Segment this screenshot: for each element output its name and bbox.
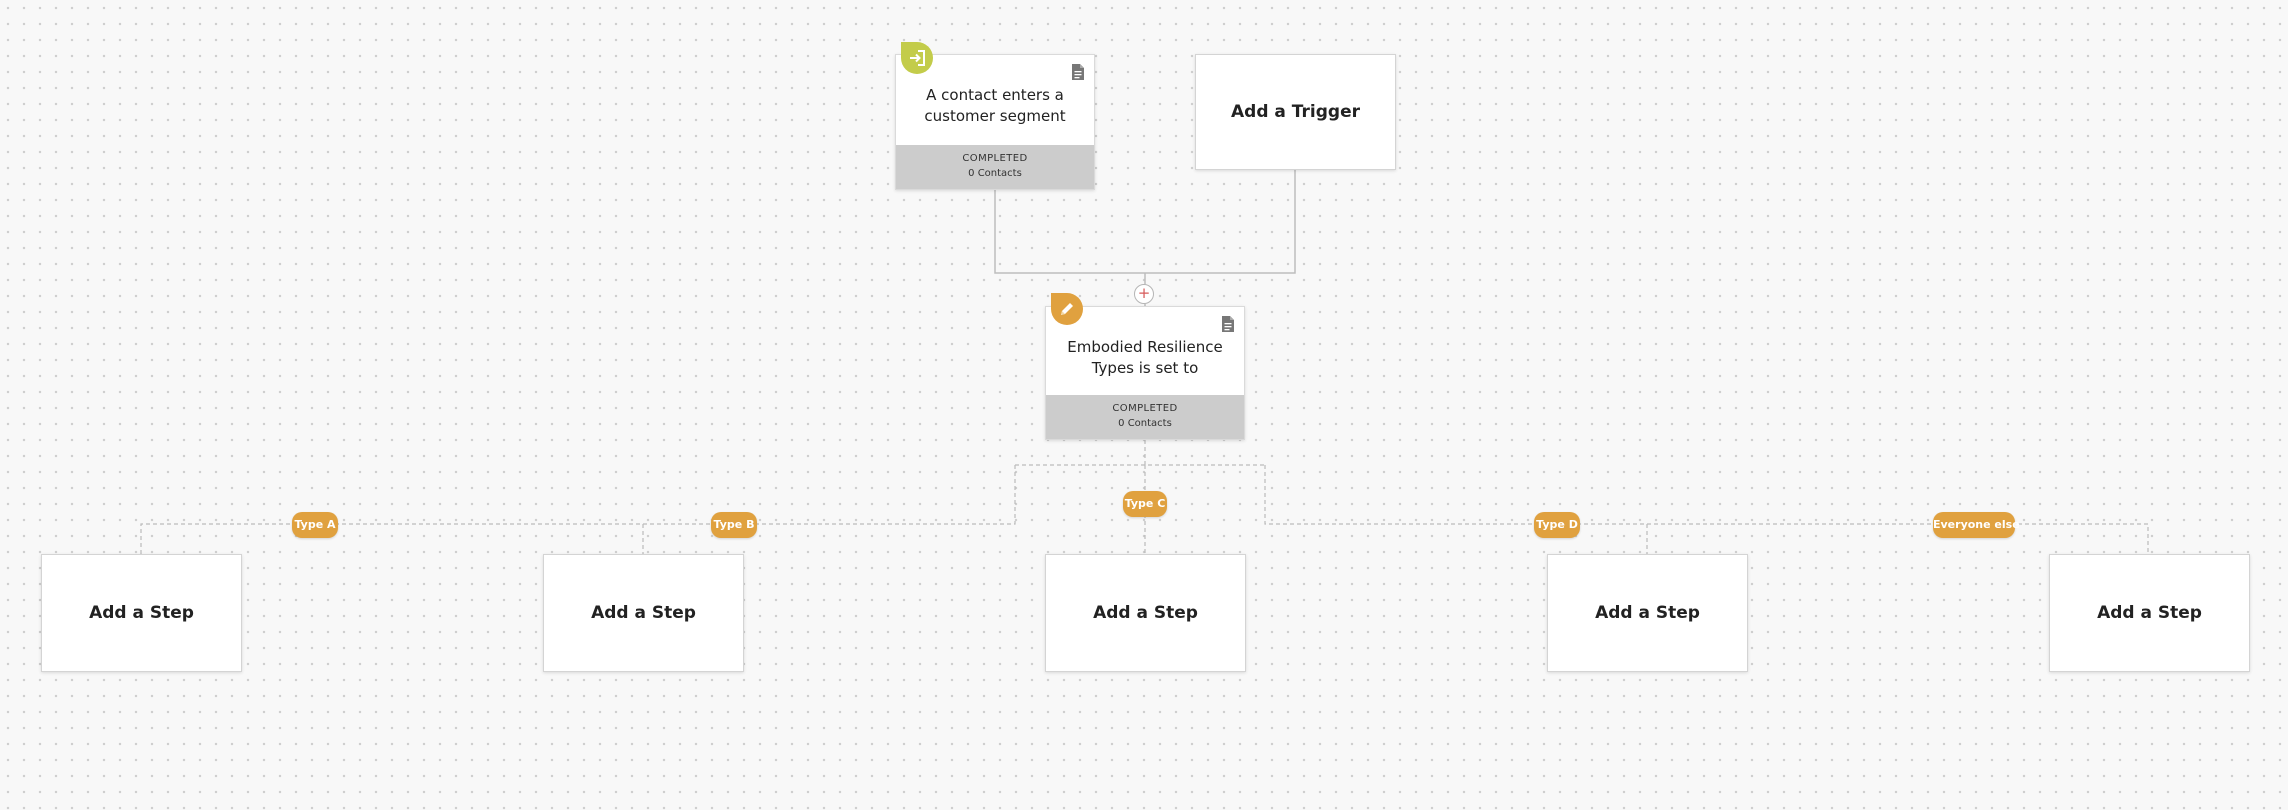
branch-label: Everyone else <box>1933 518 2020 531</box>
add-step-label: Add a Step <box>1595 603 1700 623</box>
plus-icon: + <box>1137 284 1151 302</box>
enter-segment-icon <box>901 42 933 74</box>
add-step-label: Add a Step <box>89 603 194 623</box>
workflow-canvas: A contact enters a customer segment COMP… <box>0 0 2288 810</box>
branch-pill-everyone-else[interactable]: Everyone else <box>1933 512 2020 538</box>
add-node-button[interactable]: + <box>1134 284 1154 304</box>
add-step-button-type-b[interactable]: Add a Step <box>543 554 744 672</box>
add-step-button-everyone-else[interactable]: Add a Step <box>2049 554 2250 672</box>
condition-title: Embodied Resilience Types is set to <box>1067 338 1223 377</box>
pencil-icon <box>1051 293 1083 325</box>
entry-trigger-title: A contact enters a customer segment <box>924 86 1066 125</box>
condition-footer: COMPLETED 0 Contacts <box>1046 395 1244 439</box>
add-step-button-type-a[interactable]: Add a Step <box>41 554 242 672</box>
contact-count: 0 Contacts <box>968 168 1022 179</box>
add-step-label: Add a Step <box>591 603 696 623</box>
branch-pill-type-b[interactable]: Type B <box>711 512 757 538</box>
add-trigger-button[interactable]: Add a Trigger <box>1195 54 1396 170</box>
status-label: COMPLETED <box>1112 403 1178 414</box>
document-icon[interactable] <box>1220 315 1236 333</box>
document-icon[interactable] <box>1070 63 1086 81</box>
condition-node[interactable]: Embodied Resilience Types is set to COMP… <box>1045 306 1245 440</box>
add-trigger-label: Add a Trigger <box>1231 102 1360 122</box>
add-step-label: Add a Step <box>2097 603 2202 623</box>
entry-trigger-footer: COMPLETED 0 Contacts <box>896 145 1094 189</box>
branch-pill-type-d[interactable]: Type D <box>1534 512 1580 538</box>
status-label: COMPLETED <box>962 153 1028 164</box>
branch-pill-type-a[interactable]: Type A <box>292 512 338 538</box>
add-step-label: Add a Step <box>1093 603 1198 623</box>
branch-label: Type A <box>294 518 336 531</box>
add-step-button-type-d[interactable]: Add a Step <box>1547 554 1748 672</box>
entry-trigger-node[interactable]: A contact enters a customer segment COMP… <box>895 54 1095 190</box>
branch-label: Type C <box>1124 497 1166 510</box>
branch-e-connector <box>1264 465 2149 554</box>
branch-pill-type-c[interactable]: Type C <box>1123 491 1167 517</box>
contact-count: 0 Contacts <box>1118 418 1172 429</box>
branch-label: Type D <box>1536 518 1578 531</box>
add-step-button-type-c[interactable]: Add a Step <box>1045 554 1246 672</box>
branch-label: Type B <box>713 518 755 531</box>
branch-a-connector <box>140 465 1016 554</box>
